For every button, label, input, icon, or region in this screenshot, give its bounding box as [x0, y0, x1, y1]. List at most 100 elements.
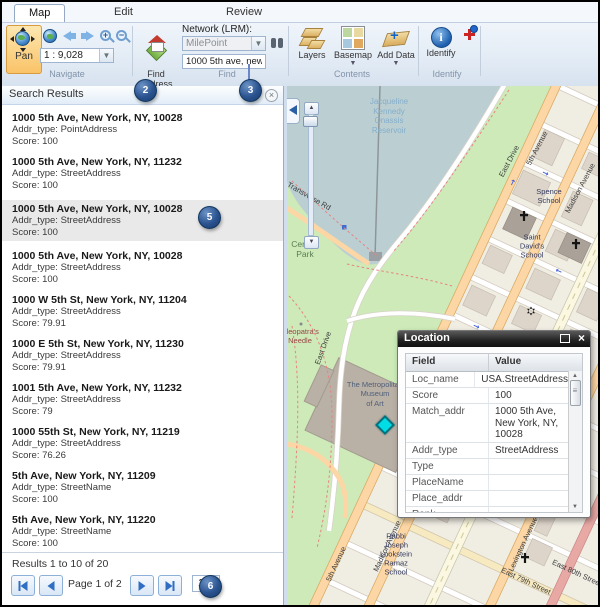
result-addr-type: Addr_type: StreetName: [12, 482, 273, 494]
result-score: Score: 100: [12, 227, 273, 239]
scale-combo[interactable]: 1 : 9,028 ▼: [40, 48, 114, 63]
search-result-item[interactable]: 1001 5th Ave, New York, NY, 11232 Addr_t…: [12, 382, 273, 417]
popup-close-icon[interactable]: ×: [578, 331, 585, 345]
attribute-field: Score: [406, 388, 489, 403]
zoom-in-icon[interactable]: +: [100, 30, 111, 41]
attribute-field: Type: [406, 459, 489, 474]
attribute-table-header: Field Value: [406, 354, 582, 372]
close-icon[interactable]: ×: [265, 89, 278, 102]
pan-button[interactable]: Pan: [6, 25, 42, 74]
scroll-thumb[interactable]: [570, 380, 581, 406]
field-column-header: Field: [406, 354, 489, 371]
zoom-out-icon[interactable]: −: [116, 30, 127, 41]
callout-badge-2: 2: [134, 79, 157, 102]
search-result-item[interactable]: 1000 E 5th St, New York, NY, 11230 Addr_…: [12, 338, 273, 373]
zoom-slider-down-button[interactable]: ▼: [304, 236, 319, 249]
result-score: Score: 79: [12, 406, 273, 418]
basemap-button[interactable]: Basemap ▼: [333, 26, 373, 68]
next-page-button[interactable]: [130, 575, 154, 596]
content-area: Search Results × 1000 5th Ave, New York,…: [2, 86, 598, 605]
last-page-button[interactable]: [158, 575, 182, 596]
first-page-button[interactable]: [11, 575, 35, 596]
identify-button[interactable]: i Identify: [422, 27, 460, 58]
attribute-row[interactable]: Loc_name USA.StreetAddress: [406, 372, 582, 388]
scale-value: 1 : 9,028: [44, 50, 83, 61]
popup-scrollbar[interactable]: ▲ ▼: [568, 371, 582, 512]
location-popup-title: Location: [404, 332, 450, 344]
zoom-slider-track[interactable]: [308, 114, 314, 236]
full-extent-icon[interactable]: [43, 29, 57, 43]
attribute-row[interactable]: Addr_type StreetAddress: [406, 443, 582, 459]
attribute-row[interactable]: PlaceName: [406, 475, 582, 491]
result-address: 5th Ave, New York, NY, 11220: [12, 514, 273, 526]
tab-map[interactable]: Map: [14, 4, 65, 22]
tab-edit[interactable]: Edit: [100, 4, 147, 21]
cleopatras-needle-point: [300, 323, 303, 326]
result-addr-type: Addr_type: StreetName: [12, 526, 273, 538]
result-address: 1000 5th Ave, New York, NY, 11232: [12, 156, 273, 168]
search-result-item[interactable]: 1000 5th Ave, New York, NY, 10028 Addr_t…: [2, 200, 283, 241]
scale-dropdown-arrow[interactable]: ▼: [99, 49, 113, 62]
attribute-field: Rank: [406, 507, 489, 514]
address-search-input[interactable]: [182, 54, 266, 69]
find-group-label: Find: [182, 69, 272, 79]
search-results-panel: Search Results × 1000 5th Ave, New York,…: [2, 86, 284, 605]
search-result-item[interactable]: 1000 5th Ave, New York, NY, 10028 Addr_t…: [12, 112, 273, 147]
search-result-item[interactable]: 1000 W 5th St, New York, NY, 11204 Addr_…: [12, 294, 273, 329]
forward-arrow-icon[interactable]: [86, 29, 94, 39]
result-addr-type: Addr_type: StreetAddress: [12, 215, 273, 227]
search-result-item[interactable]: 1000 5th Ave, New York, NY, 11232 Addr_t…: [12, 156, 273, 191]
ribbon-toolbar: Pan + − 1 : 9,028 ▼ Navigate Find Addres…: [2, 23, 598, 79]
page-indicator: Page 1 of 2: [68, 578, 122, 590]
tab-review[interactable]: Review: [212, 4, 276, 21]
map-viewport[interactable]: →→→ →→→ →→→ →→ →: [287, 86, 598, 605]
result-addr-type: Addr_type: StreetAddress: [12, 438, 273, 450]
location-popup-titlebar[interactable]: Location ×: [398, 331, 590, 347]
identify-label: Identify: [426, 48, 455, 58]
search-result-item[interactable]: 5th Ave, New York, NY, 11209 Addr_type: …: [12, 470, 273, 505]
app-window: Map Edit Review Pan + − 1 : 9,028 ▼ Navi…: [0, 0, 600, 607]
back-arrow-icon[interactable]: [63, 29, 71, 39]
zoom-slider-thumb[interactable]: [303, 116, 318, 127]
callout-badge-5: 5: [198, 206, 221, 229]
attribute-row[interactable]: Place_addr: [406, 491, 582, 507]
attribute-field: Loc_name: [406, 372, 475, 387]
panel-collapse-button[interactable]: [287, 98, 300, 124]
attribute-row[interactable]: Rank: [406, 507, 582, 514]
result-address: 1000 55th St, New York, NY, 11219: [12, 426, 273, 438]
results-footer: Results 1 to 10 of 20 Page 1 of 2 1 ▼: [2, 552, 283, 605]
result-addr-type: Addr_type: StreetAddress: [12, 306, 273, 318]
find-address-icon: [143, 34, 169, 58]
result-score: Score: 76.26: [12, 450, 273, 462]
attribute-row[interactable]: Type: [406, 459, 582, 475]
layers-button[interactable]: Layers: [294, 26, 330, 60]
network-combo[interactable]: MilePoint ▼: [182, 36, 266, 51]
contents-group-label: Contents: [302, 69, 402, 79]
attribute-row[interactable]: Score 100: [406, 388, 582, 404]
add-data-dropdown-arrow[interactable]: ▼: [375, 60, 417, 68]
attribute-row[interactable]: Match_addr 1000 5th Ave, New York, NY, 1…: [406, 404, 582, 443]
scroll-down-icon[interactable]: ▼: [572, 504, 578, 510]
value-column-header: Value: [489, 354, 582, 371]
search-results-title: Search Results: [9, 88, 84, 100]
network-dropdown-arrow[interactable]: ▼: [251, 37, 265, 50]
identify-group-label: Identify: [402, 69, 492, 79]
pan-globe-icon: [15, 31, 33, 49]
search-result-item[interactable]: 1000 5th Ave, New York, NY, 10028 Addr_t…: [12, 250, 273, 285]
prev-page-button[interactable]: [39, 575, 63, 596]
add-data-icon: +: [382, 26, 410, 50]
maximize-icon[interactable]: [560, 334, 570, 343]
result-score: Score: 100: [12, 494, 273, 506]
group-separator: [288, 26, 289, 76]
location-popup: Location × Field Value Loc_name USA.Stre…: [397, 330, 591, 518]
scroll-up-icon[interactable]: ▲: [572, 373, 578, 379]
group-separator: [480, 26, 481, 76]
search-result-item[interactable]: 1000 55th St, New York, NY, 11219 Addr_t…: [12, 426, 273, 461]
basemap-dropdown-arrow[interactable]: ▼: [333, 60, 373, 68]
pan-button-label: Pan: [7, 51, 41, 62]
binoculars-icon[interactable]: [270, 38, 284, 49]
attribute-field: Place_addr: [406, 491, 489, 506]
add-data-button[interactable]: + Add Data ▼: [375, 26, 417, 68]
search-result-item[interactable]: 5th Ave, New York, NY, 11220 Addr_type: …: [12, 514, 273, 549]
callout-badge-6: 6: [199, 575, 222, 598]
